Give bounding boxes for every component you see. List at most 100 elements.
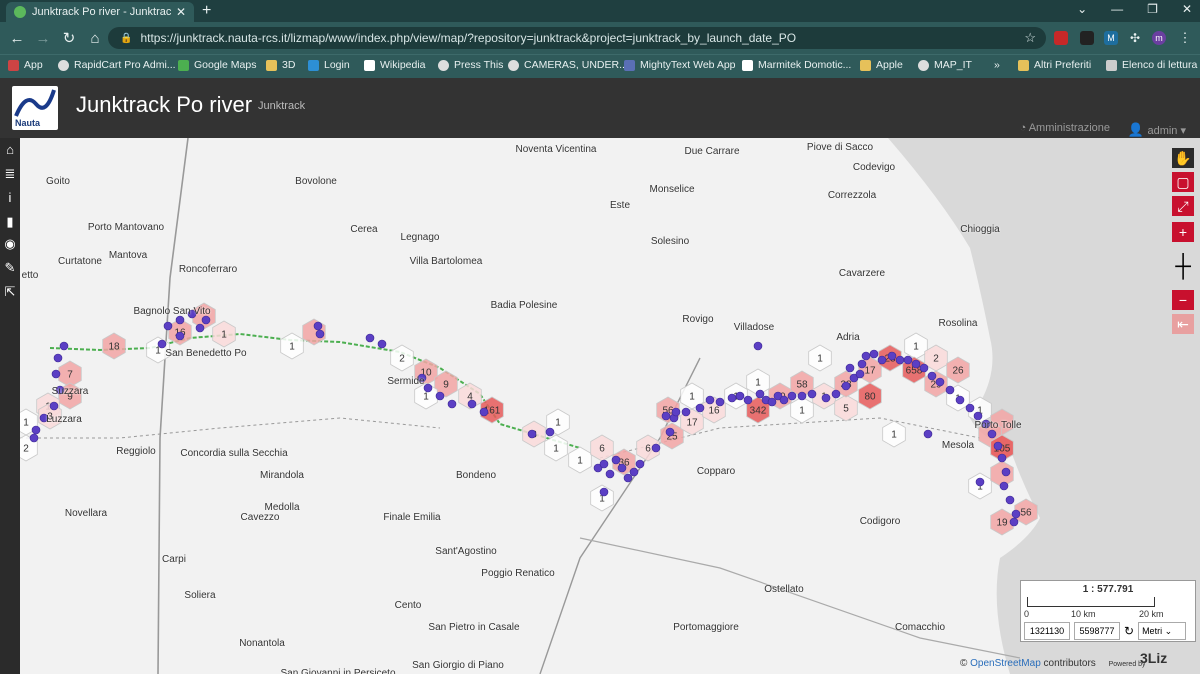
extensions-puzzle-icon[interactable]: ✣ — [1128, 31, 1142, 45]
junk-point-marker[interactable] — [743, 395, 753, 405]
home-icon[interactable]: ⌂ — [2, 142, 18, 158]
new-tab-button[interactable]: + — [202, 2, 211, 20]
junk-point-marker[interactable] — [423, 383, 433, 393]
junk-point-marker[interactable] — [51, 369, 61, 379]
junk-point-marker[interactable] — [611, 455, 621, 465]
junk-point-marker[interactable] — [841, 381, 851, 391]
junk-point-marker[interactable] — [635, 459, 645, 469]
junk-point-marker[interactable] — [779, 395, 789, 405]
layers-icon[interactable]: ≣ — [2, 166, 18, 182]
junk-point-marker[interactable] — [987, 429, 997, 439]
bookmark-apple[interactable]: Apple — [860, 59, 903, 71]
junk-point-marker[interactable] — [999, 481, 1009, 491]
junk-point-marker[interactable] — [919, 363, 929, 373]
junk-point-marker[interactable] — [195, 323, 205, 333]
collapse-panel-button[interactable]: ⇤ — [1172, 314, 1194, 334]
junk-point-marker[interactable] — [927, 371, 937, 381]
3liz-logo[interactable]: 3Liz — [1140, 650, 1167, 666]
bookmark-star-icon[interactable]: ☆ — [1024, 30, 1036, 46]
junk-point-marker[interactable] — [755, 389, 765, 399]
junk-point-marker[interactable] — [447, 399, 457, 409]
junk-point-marker[interactable] — [797, 391, 807, 401]
minimize-button[interactable]: — — [1111, 2, 1123, 16]
junk-point-marker[interactable] — [671, 407, 681, 417]
user-menu[interactable]: 👤 admin ▾ — [1128, 122, 1186, 138]
junk-point-marker[interactable] — [845, 363, 855, 373]
refresh-icon[interactable]: ↻ — [1124, 624, 1134, 638]
bookmark-mightytext[interactable]: MightyText Web App — [624, 59, 736, 71]
junk-point-marker[interactable] — [855, 369, 865, 379]
junk-point-marker[interactable] — [545, 427, 555, 437]
junk-point-marker[interactable] — [997, 453, 1007, 463]
zoom-box-button[interactable]: ▢ — [1172, 172, 1194, 192]
junk-point-marker[interactable] — [599, 459, 609, 469]
junk-point-marker[interactable] — [527, 429, 537, 439]
junk-point-marker[interactable] — [735, 391, 745, 401]
zoom-extent-button[interactable]: ⤢ — [1172, 196, 1194, 216]
browser-tab[interactable]: Junktrack Po river - Junktrack - Li... ✕ — [6, 2, 194, 22]
share-icon[interactable]: ⇱ — [2, 284, 18, 300]
junk-point-marker[interactable] — [887, 351, 897, 361]
junk-point-marker[interactable] — [753, 341, 763, 351]
unit-select[interactable]: Metri ⌄ — [1138, 622, 1187, 640]
junk-point-marker[interactable] — [807, 389, 817, 399]
junk-point-marker[interactable] — [479, 407, 489, 417]
junk-point-marker[interactable] — [313, 321, 323, 331]
junk-point-marker[interactable] — [911, 359, 921, 369]
junk-point-marker[interactable] — [705, 395, 715, 405]
junk-point-marker[interactable] — [695, 403, 705, 413]
bookmark-marmitek[interactable]: Marmitek Domotic... — [742, 59, 851, 71]
junk-point-marker[interactable] — [175, 315, 185, 325]
extension-lastpass-icon[interactable] — [1054, 31, 1068, 45]
junk-point-marker[interactable] — [787, 391, 797, 401]
draw-icon[interactable]: ✎ — [2, 260, 18, 276]
junk-point-marker[interactable] — [163, 321, 173, 331]
junk-point-marker[interactable] — [599, 487, 609, 497]
bookmark-wikipedia[interactable]: Wikipedia — [364, 59, 426, 71]
bookmark-apps[interactable]: App — [8, 59, 43, 71]
junk-point-marker[interactable] — [665, 427, 675, 437]
profile-avatar[interactable]: m — [1152, 31, 1166, 45]
bookmark-altri-preferiti[interactable]: Altri Preferiti — [1018, 59, 1091, 71]
junk-point-marker[interactable] — [955, 395, 965, 405]
junk-point-marker[interactable] — [661, 411, 671, 421]
junk-point-marker[interactable] — [923, 429, 933, 439]
junk-point-marker[interactable] — [965, 403, 975, 413]
junk-point-marker[interactable] — [605, 469, 615, 479]
junk-point-marker[interactable] — [869, 349, 879, 359]
junk-point-marker[interactable] — [53, 353, 63, 363]
zoom-slider[interactable]: ┼ — [1172, 246, 1194, 286]
junk-point-marker[interactable] — [1009, 517, 1019, 527]
junk-point-marker[interactable] — [895, 355, 905, 365]
junk-point-marker[interactable] — [315, 329, 325, 339]
junk-point-marker[interactable] — [715, 397, 725, 407]
junk-point-marker[interactable] — [1005, 495, 1015, 505]
junk-point-marker[interactable] — [365, 333, 375, 343]
junk-point-marker[interactable] — [1011, 509, 1021, 519]
admin-link[interactable]: ◔ Amministrazione — [1020, 122, 1110, 134]
junk-point-marker[interactable] — [993, 441, 1003, 451]
junk-point-marker[interactable] — [831, 389, 841, 399]
home-icon[interactable]: ⌂ — [82, 30, 108, 47]
junk-point-marker[interactable] — [861, 351, 871, 361]
bookmark-map-it[interactable]: MAP_IT — [918, 59, 972, 71]
bookmark-press-this[interactable]: Press This — [438, 59, 503, 71]
pan-hand-button[interactable]: ✋ — [1172, 148, 1194, 168]
tab-close-icon[interactable]: ✕ — [176, 5, 186, 19]
junk-point-marker[interactable] — [157, 339, 167, 349]
comment-icon[interactable]: ▮ — [2, 214, 18, 230]
junk-point-marker[interactable] — [201, 315, 211, 325]
bookmark-login[interactable]: Login — [308, 59, 350, 71]
zoom-in-button[interactable]: + — [1172, 222, 1194, 242]
junk-point-marker[interactable] — [175, 331, 185, 341]
junk-point-marker[interactable] — [727, 393, 737, 403]
bookmark-3d[interactable]: 3D — [266, 59, 295, 71]
locate-icon[interactable]: ◉ — [2, 236, 18, 252]
junk-point-marker[interactable] — [903, 355, 913, 365]
osm-link[interactable]: OpenStreetMap — [970, 658, 1041, 669]
junk-point-marker[interactable] — [681, 407, 691, 417]
address-bar[interactable]: 🔒 https://junktrack.nauta-rcs.it/lizmap/… — [108, 27, 1046, 49]
junk-point-marker[interactable] — [49, 401, 59, 411]
junk-point-marker[interactable] — [935, 377, 945, 387]
junk-point-marker[interactable] — [31, 425, 41, 435]
